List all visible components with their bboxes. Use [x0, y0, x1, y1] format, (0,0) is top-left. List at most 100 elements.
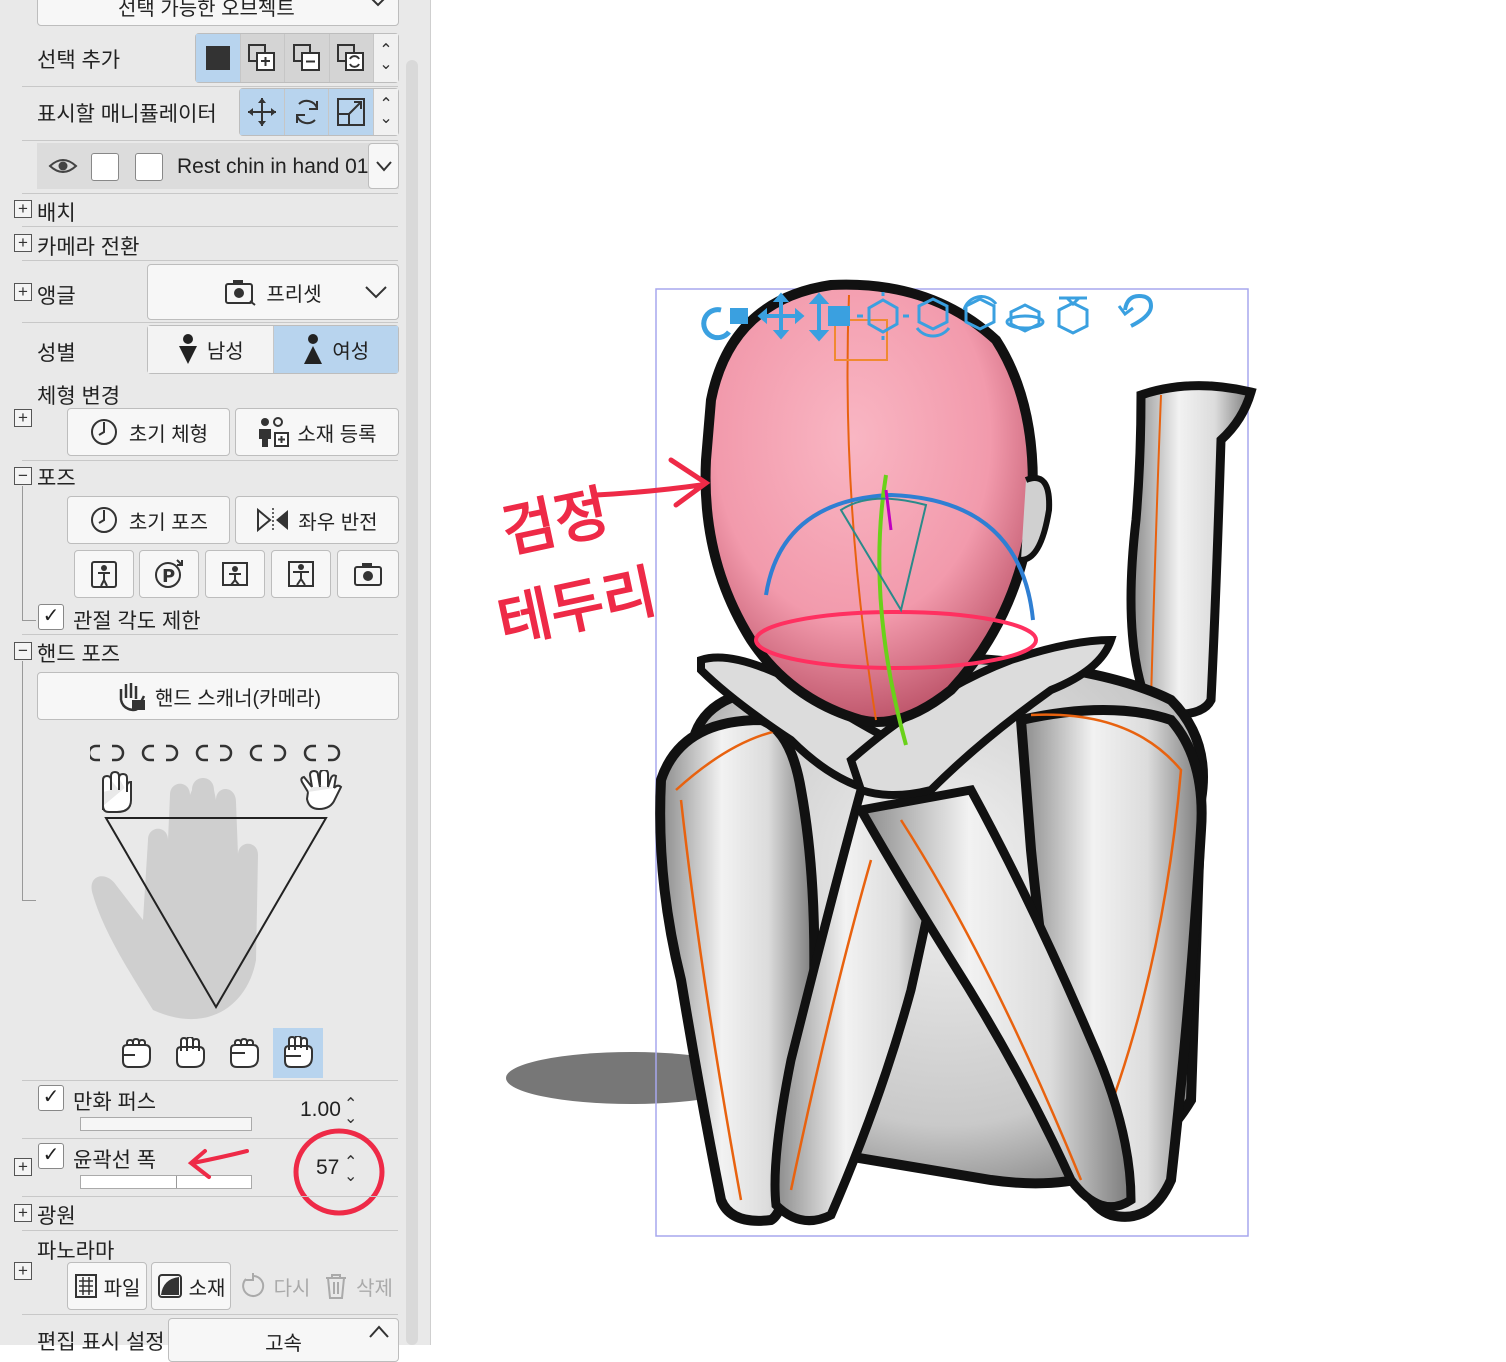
selectable-object-label: 선택 가능한 오브젝트 — [118, 0, 295, 20]
move-manipulator-button[interactable] — [240, 89, 285, 135]
file-icon — [74, 1274, 97, 1298]
object-edit-checkbox[interactable] — [135, 153, 163, 181]
hand-pose-section[interactable]: 핸드 포즈 — [37, 638, 120, 668]
expand-angle-icon[interactable]: + — [14, 283, 32, 301]
object-lock-checkbox[interactable] — [91, 153, 119, 181]
panorama-file-label: 파일 — [103, 1277, 141, 1300]
panel-scrollbar[interactable] — [406, 60, 418, 1345]
open-hand-icon[interactable] — [298, 770, 344, 816]
chevron-down-icon — [365, 286, 387, 299]
collapse-pose-icon[interactable]: − — [14, 467, 32, 485]
fist-preset-1-icon[interactable] — [115, 1030, 157, 1076]
closed-hand-icon[interactable] — [95, 770, 135, 816]
reset-dial-icon — [90, 507, 117, 533]
tree-line — [22, 620, 36, 621]
reset-dial-icon — [90, 419, 117, 445]
manipulator-label: 표시할 매니퓰레이터 — [37, 103, 217, 126]
panorama-label: 파노라마 — [37, 1240, 115, 1263]
manga-perspective-label: 만화 퍼스 — [73, 1091, 157, 1114]
fist-preset-3-icon[interactable] — [223, 1030, 265, 1076]
joint-limit-checkbox[interactable]: ✓ — [38, 604, 64, 630]
register-material-label: 소재 등록 — [297, 423, 377, 446]
outline-width-checkbox[interactable]: ✓ — [38, 1143, 64, 1169]
manipulator-group: ⌃ ⌄ — [239, 88, 399, 136]
expand-panorama-icon[interactable]: + — [14, 1262, 32, 1280]
panorama-material-button[interactable]: 소재 — [151, 1262, 231, 1310]
angle-label: 앵글 — [37, 285, 76, 308]
add-selection-group: ⌃ ⌄ — [195, 33, 399, 83]
chevron-down-icon — [375, 161, 392, 172]
panorama-redo-button[interactable]: 다시 — [236, 1262, 314, 1310]
pose-scanner-button[interactable] — [74, 550, 134, 598]
hand-blend-triangle[interactable] — [100, 812, 334, 1012]
select-new-button[interactable] — [196, 34, 241, 82]
3d-figure-viewport[interactable] — [431, 0, 1506, 1345]
expand-placement-icon[interactable]: + — [14, 200, 32, 218]
pose-camera-button[interactable] — [337, 550, 399, 598]
pose-fit-button[interactable] — [271, 550, 331, 598]
female-label: 여성 — [332, 341, 370, 363]
panorama-delete-button[interactable]: 삭제 — [318, 1262, 399, 1310]
object-dropdown-button[interactable] — [368, 143, 399, 189]
hand-scanner-button[interactable]: 핸드 스캐너(카메라) — [37, 672, 399, 720]
angle-preset-dropdown[interactable]: 프리셋 — [147, 264, 399, 320]
fist-preset-4-button[interactable] — [273, 1028, 323, 1078]
link-icon — [90, 744, 341, 762]
object-rotate-flat-icon — [1005, 303, 1045, 333]
pose-parking-button[interactable]: P — [139, 550, 199, 598]
fist-preset-4-icon — [284, 1036, 313, 1068]
edit-display-dropdown[interactable]: 고속 — [168, 1318, 399, 1362]
gender-group: 남성 여성 — [147, 325, 399, 374]
male-button[interactable]: 남성 — [148, 326, 274, 373]
manga-perspective-checkbox[interactable]: ✓ — [38, 1085, 64, 1111]
hand-lock-row — [90, 744, 341, 762]
panorama-file-button[interactable]: 파일 — [67, 1262, 147, 1310]
panorama-delete-label: 삭제 — [356, 1277, 393, 1300]
eye-icon[interactable] — [48, 155, 78, 182]
placement-section[interactable]: 배치 — [37, 197, 76, 227]
light-source-section[interactable]: 광원 — [37, 1200, 76, 1230]
panorama-material-label: 소재 — [188, 1277, 226, 1300]
tree-line — [22, 661, 23, 901]
select-add-button[interactable] — [241, 34, 285, 82]
manga-perspective-value[interactable]: 1.00 — [300, 1098, 341, 1122]
rotate-manipulator-button[interactable] — [284, 89, 330, 135]
select-subtract-button[interactable] — [285, 34, 330, 82]
expand-outline-icon[interactable]: + — [14, 1158, 32, 1176]
scale-manipulator-button[interactable] — [329, 89, 375, 135]
select-toggle-button[interactable] — [330, 34, 374, 82]
expand-camera-icon[interactable]: + — [14, 234, 32, 252]
canvas-area[interactable]: 검정 테두리 — [431, 0, 1506, 1345]
camera-icon — [225, 280, 257, 306]
outline-width-label: 윤곽선 폭 — [73, 1149, 157, 1172]
camera-switch-section[interactable]: 카메라 전환 — [37, 231, 139, 261]
pose-image-button[interactable] — [205, 550, 265, 598]
svg-text:P: P — [162, 566, 175, 587]
undo-icon — [1117, 293, 1154, 328]
initial-body-button[interactable]: 초기 체형 — [67, 408, 230, 456]
edit-display-label: 편집 표시 설정 — [37, 1331, 165, 1354]
manga-perspective-stepper-icon[interactable]: ⌃ ⌄ — [344, 1097, 357, 1127]
scroll-arrows-icon[interactable]: ⌃ ⌄ — [374, 89, 399, 135]
female-button[interactable]: 여성 — [273, 326, 398, 373]
selectable-object-dropdown[interactable]: 선택 가능한 오브젝트 — [37, 0, 399, 26]
material-icon — [157, 1274, 182, 1298]
figure-frame-icon — [288, 561, 314, 587]
tool-property-panel: 선택 가능한 오브젝트 선택 추가 ⌃ ⌄ 표시할 매니퓰레이터 ⌃ ⌄ Res… — [0, 0, 431, 1362]
scroll-arrows-icon[interactable]: ⌃ ⌄ — [374, 34, 398, 82]
expand-body-icon[interactable]: + — [14, 409, 32, 427]
manga-perspective-slider[interactable] — [80, 1117, 252, 1131]
register-material-button[interactable]: 소재 등록 — [235, 408, 399, 456]
fist-preset-2-icon[interactable] — [169, 1030, 211, 1076]
expand-light-icon[interactable]: + — [14, 1204, 32, 1222]
pose-section[interactable]: 포즈 — [37, 462, 76, 492]
initial-body-label: 초기 체형 — [128, 423, 209, 446]
body-change-label: 체형 변경 — [37, 385, 121, 408]
flip-lr-button[interactable]: 좌우 반전 — [235, 496, 399, 544]
red-arrow-annotation — [187, 1149, 249, 1179]
flip-lr-label: 좌우 반전 — [298, 511, 378, 534]
redo-icon — [241, 1273, 264, 1297]
collapse-hand-pose-icon[interactable]: − — [14, 642, 32, 660]
gender-label: 성별 — [37, 342, 76, 365]
initial-pose-button[interactable]: 초기 포즈 — [67, 496, 230, 544]
